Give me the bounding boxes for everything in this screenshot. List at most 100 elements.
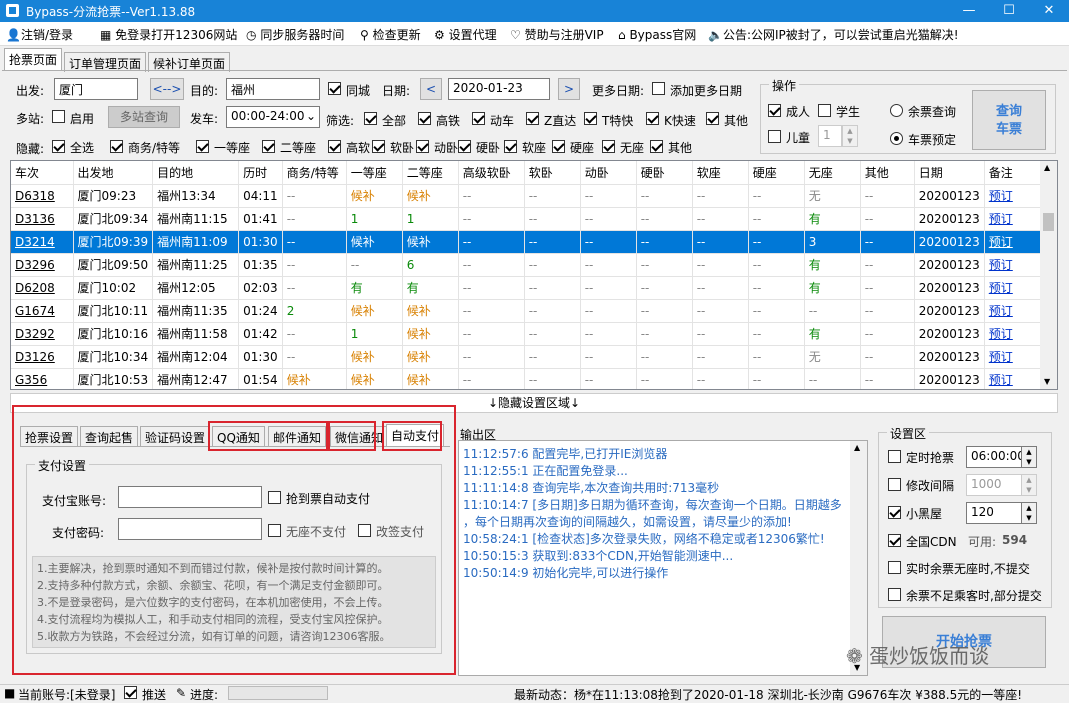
- interval-input[interactable]: 1000: [966, 474, 1022, 496]
- grid-header-cell[interactable]: 二等座: [402, 161, 459, 185]
- hide-checkbox-1[interactable]: [110, 140, 123, 153]
- pay-password-input[interactable]: [118, 518, 262, 540]
- filter-gaotie-checkbox[interactable]: [418, 112, 431, 125]
- adult-checkbox[interactable]: [768, 104, 781, 117]
- remaining-query-radio[interactable]: [890, 104, 903, 117]
- grid-header-cell[interactable]: 硬卧: [636, 161, 693, 185]
- book-link[interactable]: 预订: [989, 281, 1013, 295]
- filter-k-checkbox[interactable]: [646, 112, 659, 125]
- menu-open-12306[interactable]: ▦ 免登录打开12306网站: [100, 26, 237, 43]
- filter-other-checkbox[interactable]: [706, 112, 719, 125]
- child-count-spinner[interactable]: ▲ ▼: [842, 125, 858, 147]
- hide-checkbox-8[interactable]: [504, 140, 517, 153]
- grid-header-cell[interactable]: 车次: [11, 161, 74, 185]
- book-link[interactable]: 预订: [989, 235, 1013, 249]
- grid-header-cell[interactable]: 日期: [914, 161, 985, 185]
- hide-checkbox-3[interactable]: [262, 140, 275, 153]
- interval-spinner[interactable]: ▲ ▼: [1021, 474, 1037, 496]
- menu-website[interactable]: ⌂ Bypass官网: [618, 26, 696, 43]
- hide-checkbox-4[interactable]: [328, 140, 341, 153]
- same-city-checkbox[interactable]: [328, 82, 341, 95]
- table-row[interactable]: D3296 厦门北09:50 福州南11:25 01:35 -- -- 6 -- -- -- -- -…: [11, 253, 1055, 277]
- tab-grab[interactable]: 抢票页面: [4, 48, 63, 70]
- student-checkbox[interactable]: [818, 104, 831, 117]
- filter-z-checkbox[interactable]: [526, 112, 539, 125]
- grid-header-cell[interactable]: 高级软卧: [458, 161, 525, 185]
- change-pay-checkbox[interactable]: [358, 524, 371, 537]
- hide-checkbox-11[interactable]: [650, 140, 663, 153]
- table-row[interactable]: D3126 厦门北10:34 福州南12:04 01:30 -- 候补 候补 -- -- -- --…: [11, 345, 1055, 369]
- child-count-input[interactable]: 1: [818, 125, 842, 147]
- grid-header-cell[interactable]: 商务/特等: [282, 161, 347, 185]
- menu-check-update[interactable]: ⚲ 检查更新: [360, 26, 421, 43]
- alipay-account-input[interactable]: [118, 486, 262, 508]
- grid-header-cell[interactable]: 出发地: [73, 161, 154, 185]
- table-row[interactable]: G1674 厦门北10:11 福州南11:35 01:24 2 候补 候补 -- -- -- -- -…: [11, 299, 1055, 323]
- hide-checkbox-9[interactable]: [552, 140, 565, 153]
- table-row[interactable]: D3214 厦门北09:39 福州南11:09 01:30 -- 候补 候补 -- -- -- --…: [11, 230, 1055, 254]
- child-checkbox[interactable]: [768, 130, 781, 143]
- hide-checkbox-5[interactable]: [372, 140, 385, 153]
- book-link[interactable]: 预订: [989, 258, 1013, 272]
- book-link[interactable]: 预订: [989, 212, 1013, 226]
- maximize-button[interactable]: ☐: [989, 0, 1029, 22]
- book-link[interactable]: 预订: [989, 327, 1013, 341]
- hide-checkbox-0[interactable]: [52, 140, 65, 153]
- grid-header-cell[interactable]: 软卧: [524, 161, 581, 185]
- book-link[interactable]: 预订: [989, 373, 1013, 387]
- menu-sync-time[interactable]: ◷ 同步服务器时间: [246, 26, 344, 43]
- timed-grab-spinner[interactable]: ▲ ▼: [1021, 446, 1037, 468]
- ticket-book-radio[interactable]: [890, 132, 903, 145]
- menu-sponsor[interactable]: ♡ 赞助与注册VIP: [510, 26, 604, 43]
- grid-header-cell[interactable]: 其他: [860, 161, 915, 185]
- hide-checkbox-2[interactable]: [196, 140, 209, 153]
- query-tickets-button[interactable]: 查询 车票: [972, 90, 1046, 150]
- swap-button[interactable]: <-->: [150, 78, 184, 100]
- modify-interval-checkbox[interactable]: [888, 478, 901, 491]
- auto-pay-checkbox[interactable]: [268, 491, 281, 504]
- table-row[interactable]: D6208 厦门10:02 福州12:05 02:03 -- 有 有 -- -- -- -- -- --…: [11, 276, 1055, 300]
- tab-query-sale[interactable]: 查询起售: [80, 426, 139, 446]
- book-link[interactable]: 预订: [989, 304, 1013, 318]
- tab-grab-settings[interactable]: 抢票设置: [20, 426, 79, 446]
- hide-checkbox-10[interactable]: [602, 140, 615, 153]
- hide-checkbox-6[interactable]: [416, 140, 429, 153]
- menu-proxy[interactable]: ⚙ 设置代理: [434, 26, 497, 43]
- blackroom-input[interactable]: 120: [966, 502, 1022, 524]
- scroll-up-icon[interactable]: ▲: [1044, 163, 1050, 172]
- add-more-dates-checkbox[interactable]: [652, 82, 665, 95]
- blackroom-checkbox[interactable]: [888, 506, 901, 519]
- blackroom-spinner[interactable]: ▲ ▼: [1021, 502, 1037, 524]
- date-input[interactable]: 2020-01-23: [448, 78, 550, 100]
- close-button[interactable]: ✕: [1029, 0, 1069, 22]
- multi-station-query-button[interactable]: 多站查询: [108, 106, 180, 128]
- scroll-up-icon[interactable]: ▲: [854, 443, 860, 452]
- grid-header-cell[interactable]: 无座: [804, 161, 861, 185]
- depart-select[interactable]: 00:00-24:00 ⌄: [226, 106, 320, 128]
- grid-header-cell[interactable]: 硬座: [748, 161, 805, 185]
- from-input[interactable]: 厦门: [54, 78, 138, 100]
- no-seat-no-pay-checkbox[interactable]: [268, 524, 281, 537]
- table-row[interactable]: D3136 厦门北09:34 福州南11:15 01:41 -- 1 1 -- -- -- -- --…: [11, 207, 1055, 231]
- timed-grab-input[interactable]: 06:00:00: [966, 446, 1022, 468]
- tab-captcha[interactable]: 验证码设置: [140, 426, 211, 446]
- output-area[interactable]: 11:12:57:6 配置完毕,已打开IE浏览器 11:12:55:1 正在配置…: [458, 440, 868, 676]
- tab-orders[interactable]: 订单管理页面: [64, 52, 147, 72]
- menu-notice[interactable]: 🔈公告:公网IP被封了，可以尝试重启光猫解决!: [708, 26, 959, 43]
- menu-login[interactable]: 👤注销/登录: [6, 26, 73, 43]
- grid-header-cell[interactable]: 目的地: [152, 161, 240, 185]
- book-link[interactable]: 预订: [989, 350, 1013, 364]
- table-row[interactable]: D6318 厦门09:23 福州13:34 04:11 -- 候补 候补 -- -- -- -- --…: [11, 184, 1055, 208]
- tab-waitlist[interactable]: 候补订单页面: [148, 52, 231, 72]
- scroll-thumb[interactable]: [1043, 213, 1054, 231]
- insufficient-checkbox[interactable]: [888, 588, 901, 601]
- grid-scrollbar[interactable]: ▲ ▼: [1040, 161, 1057, 389]
- global-cdn-checkbox[interactable]: [888, 534, 901, 547]
- minimize-button[interactable]: —: [949, 0, 989, 22]
- filter-all-checkbox[interactable]: [364, 112, 377, 125]
- to-input[interactable]: 福州: [226, 78, 320, 100]
- book-link[interactable]: 预订: [989, 189, 1013, 203]
- grid-header-cell[interactable]: 一等座: [346, 161, 403, 185]
- filter-dongche-checkbox[interactable]: [472, 112, 485, 125]
- realtime-no-seat-checkbox[interactable]: [888, 561, 901, 574]
